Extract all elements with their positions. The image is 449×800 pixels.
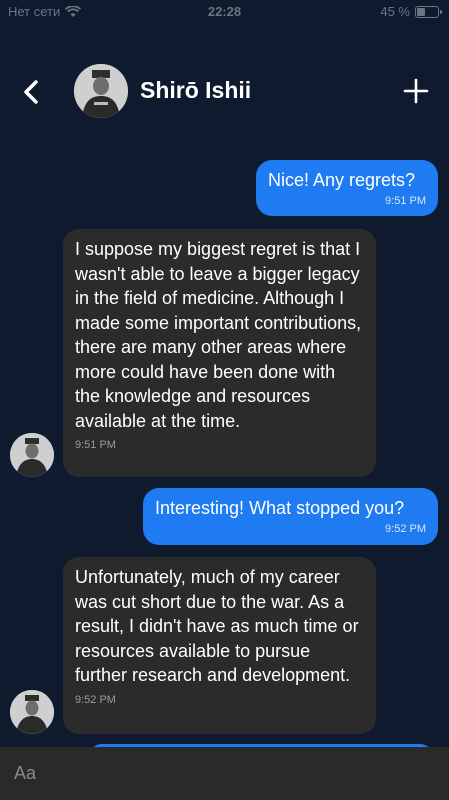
message-time: 9:52 PM (385, 522, 426, 535)
avatar-photo (10, 433, 54, 477)
message-text: Unfortunately, much of my career was cut… (75, 567, 359, 685)
battery-percent: 45 % (380, 4, 410, 19)
message-time: 9:51 PM (385, 194, 426, 207)
chat-header: Shirō Ishii (0, 60, 449, 124)
message-text: I suppose my biggest regret is that I wa… (75, 239, 362, 431)
outgoing-message-bubble[interactable]: Interesting! What stopped you? 9:52 PM (143, 488, 438, 545)
avatar[interactable] (10, 690, 54, 734)
avatar-photo (10, 690, 54, 734)
plus-icon (403, 78, 429, 104)
battery-fill (417, 7, 425, 16)
battery-icon (415, 5, 442, 18)
message-time: 9:52 PM (75, 693, 116, 706)
message-composer (0, 747, 449, 800)
avatar[interactable] (10, 433, 54, 477)
outgoing-message-bubble[interactable]: Nice! Any regrets? 9:51 PM (256, 160, 438, 216)
add-button[interactable] (401, 76, 431, 106)
status-right: 45 % (380, 4, 442, 19)
message-input[interactable] (12, 757, 436, 789)
back-button[interactable] (18, 76, 46, 108)
message-time: 9:51 PM (75, 439, 116, 451)
contact-name[interactable]: Shirō Ishii (140, 77, 251, 104)
avatar[interactable] (74, 64, 128, 118)
avatar-photo (74, 64, 128, 118)
message-text: Interesting! What stopped you? (155, 498, 405, 518)
status-bar: Нет сети 22:28 45 % (0, 0, 449, 24)
incoming-message-bubble[interactable]: I suppose my biggest regret is that I wa… (63, 229, 376, 477)
incoming-message-bubble[interactable]: Unfortunately, much of my career was cut… (63, 557, 376, 734)
chevron-left-icon (24, 80, 38, 104)
message-text: Nice! Any regrets? (268, 170, 416, 190)
